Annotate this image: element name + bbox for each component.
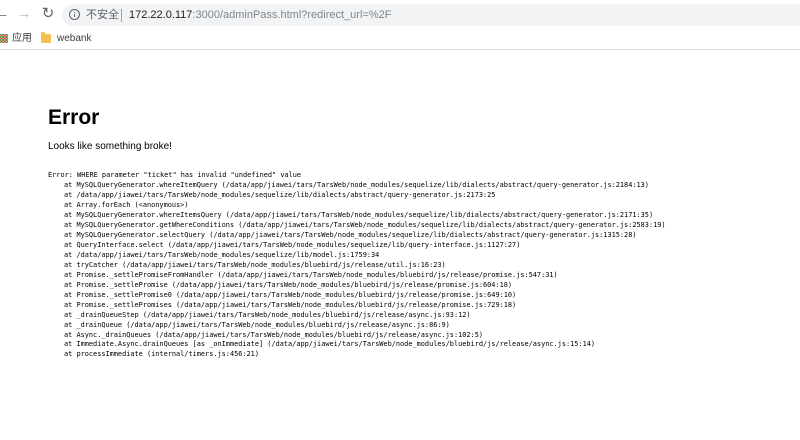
address-bar[interactable]: 不安全 172.22.0.117:3000/adminPass.html?red… [62,4,800,26]
browser-toolbar: ← → ↻ 不安全 172.22.0.117:3000/adminPass.ht… [0,0,800,29]
info-icon[interactable] [69,9,80,20]
stack-frame: at tryCatcher (/data/app/jiawei/tars/Tar… [64,260,446,269]
stack-header: Error: WHERE parameter "ticket" has inva… [48,171,302,179]
stack-frame: at _drainQueueStep (/data/app/jiawei/tar… [64,310,471,319]
stack-frame: at Promise._settlePromise (/data/app/jia… [64,280,513,289]
address-divider [121,9,122,22]
security-label[interactable]: 不安全 [86,8,119,22]
back-arrow-icon[interactable]: ← [0,5,11,23]
page-content: Error Looks like something broke! Error:… [0,50,800,440]
page-title: Error [48,106,100,129]
stack-frame: at Immediate.Async.drainQueues [as _onIm… [64,340,596,349]
stack-frame: at /data/app/jiawei/tars/TarsWeb/node_mo… [64,190,496,199]
bookmark-webank[interactable]: webank [41,31,92,46]
stack-frame: at Array.forEach (<anonymous>) [64,200,189,209]
stack-frame: at MySQLQueryGenerator.whereItemsQuery (… [64,210,654,219]
url-text[interactable]: 172.22.0.117:3000/adminPass.html?redirec… [129,8,391,22]
url-host: 172.22.0.117 [129,9,193,21]
error-message: Looks like something broke! [48,141,172,152]
stack-frame: at Promise._settlePromiseFromHandler (/d… [64,270,558,279]
stack-frame: at _drainQueue (/data/app/jiawei/tars/Ta… [64,320,450,329]
stack-frame: at Promise._settlePromise0 (/data/app/ji… [64,290,517,299]
stack-frame: at MySQLQueryGenerator.whereItemQuery (/… [64,180,649,189]
bookmarks-bar: 应用 webank [0,29,800,50]
stack-frame: at Promise._settlePromises (/data/app/ji… [64,300,517,309]
apps-grid-icon [0,33,8,43]
stack-frame: at Async._drainQueues (/data/app/jiawei/… [64,330,483,339]
stack-frame: at processImmediate (internal/timers.js:… [64,350,259,359]
stack-trace: Error: WHERE parameter "ticket" has inva… [48,171,666,360]
stack-frame: at /data/app/jiawei/tars/TarsWeb/node_mo… [64,250,380,259]
url-path: :3000/adminPass.html?redirect_url=%2F [192,9,392,21]
bookmark-label: 应用 [12,33,32,44]
bookmark-apps[interactable]: 应用 [0,32,32,46]
bookmark-label: webank [57,33,92,44]
stack-frame: at MySQLQueryGenerator.getWhereCondition… [64,220,666,229]
stack-frame: at QueryInterface.select (/data/app/jiaw… [64,240,521,249]
reload-icon[interactable]: ↻ [39,5,57,23]
stack-frame: at MySQLQueryGenerator.selectQuery (/dat… [64,230,637,239]
forward-arrow-icon[interactable]: → [15,5,33,23]
folder-icon [41,31,51,43]
